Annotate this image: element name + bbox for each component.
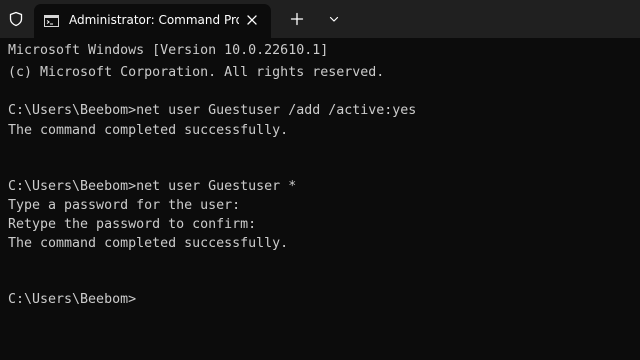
- chevron-down-icon: [329, 16, 339, 22]
- terminal-window: Administrator: Command Pro Microsoft Win…: [0, 0, 640, 360]
- new-tab-button[interactable]: [287, 10, 307, 28]
- plus-icon: [290, 12, 304, 26]
- terminal-line-result-2: The command completed successfully.: [8, 236, 289, 251]
- terminal-line-version: Microsoft Windows [Version 10.0.22610.1]: [8, 43, 329, 58]
- terminal-line-prompt: C:\Users\Beebom>: [8, 292, 137, 307]
- close-icon[interactable]: [245, 13, 259, 27]
- terminal-line-command-1: C:\Users\Beebom>net user Guestuser /add …: [8, 103, 417, 118]
- terminal-line-result-1: The command completed successfully.: [8, 123, 289, 138]
- shield-icon: [8, 11, 24, 27]
- terminal-line-command-2: C:\Users\Beebom>net user Guestuser *: [8, 179, 297, 194]
- terminal-line-retype: Retype the password to confirm:: [8, 217, 257, 232]
- tab-bar: Administrator: Command Pro: [0, 0, 640, 38]
- terminal-line-copyright: (c) Microsoft Corporation. All rights re…: [8, 65, 385, 80]
- cmd-icon: [44, 14, 59, 27]
- terminal-output[interactable]: Microsoft Windows [Version 10.0.22610.1]…: [0, 38, 640, 360]
- tab-title: Administrator: Command Pro: [69, 13, 239, 27]
- terminal-line-password: Type a password for the user:: [8, 198, 241, 213]
- tab-command-prompt[interactable]: Administrator: Command Pro: [34, 4, 271, 38]
- dropdown-button[interactable]: [324, 10, 344, 28]
